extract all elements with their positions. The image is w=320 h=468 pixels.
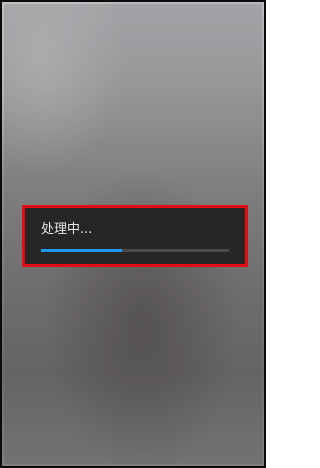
progress-dialog: 处理中...: [22, 205, 248, 267]
phone-screen: 处理中...: [0, 0, 266, 468]
dialog-message: 处理中...: [41, 222, 93, 237]
progress-bar: [41, 249, 229, 252]
progress-bar-fill: [41, 249, 122, 252]
